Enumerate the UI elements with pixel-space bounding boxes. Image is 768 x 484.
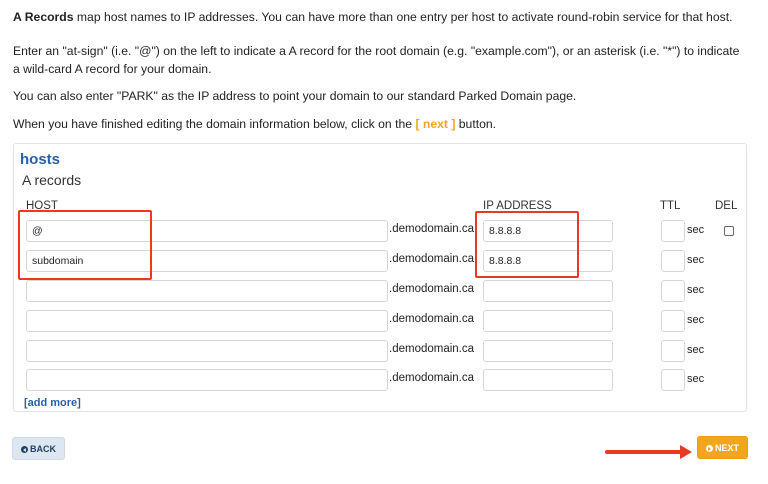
domain-suffix: .demodomain.ca [389,223,475,235]
intro-line-1: A Records map host names to IP addresses… [13,8,743,26]
host-input[interactable]: @ [26,220,388,242]
delete-checkbox[interactable] [724,226,734,236]
intro-line-1-text: map host names to IP addresses. You can … [73,10,733,24]
hosts-title: hosts [20,151,61,168]
next-arrow-icon [705,445,713,452]
domain-suffix: .demodomain.ca [389,343,475,355]
annotation-arrow-icon [680,445,692,459]
host-input[interactable] [26,280,388,302]
a-record-row: .demodomain.ca sec [14,310,748,334]
a-record-row: .demodomain.ca sec [14,280,748,304]
ttl-sec-label: sec [687,373,705,385]
add-more-link[interactable]: [add more] [24,397,81,409]
ttl-input[interactable] [661,220,685,242]
back-arrow-icon [21,446,28,453]
host-column-header: HOST [26,200,58,212]
domain-suffix: .demodomain.ca [389,283,475,295]
ip-address-input[interactable]: 8.8.8.8 [483,250,613,272]
host-input[interactable] [26,369,388,391]
host-input[interactable] [26,310,388,332]
ip-address-input[interactable] [483,280,613,302]
hosts-panel: hosts A records HOST IP ADDRESS TTL DEL … [13,143,747,412]
intro-a-records-bold: A Records [13,10,74,24]
ttl-input[interactable] [661,280,685,302]
a-record-row: @ .demodomain.ca 8.8.8.8 sec [14,220,748,244]
next-button[interactable]: NEXT [697,436,748,459]
ttl-sec-label: sec [687,224,705,236]
del-column-header: DEL [715,200,738,212]
ttl-sec-label: sec [687,314,705,326]
next-button-label: NEXT [714,443,739,453]
ttl-column-header: TTL [660,200,681,212]
a-records-subtitle: A records [22,172,82,188]
annotation-arrow-shaft [605,450,683,454]
host-input[interactable] [26,340,388,362]
a-record-row: .demodomain.ca sec [14,340,748,364]
host-input[interactable]: subdomain [26,250,388,272]
ttl-sec-label: sec [687,284,705,296]
ttl-input[interactable] [661,250,685,272]
domain-suffix: .demodomain.ca [389,372,475,384]
ttl-sec-label: sec [687,344,705,356]
intro-line-2: Enter an "at-sign" (i.e. "@") on the lef… [13,44,740,76]
intro-next-link[interactable]: [ next ] [415,117,455,131]
intro-line-4-before: When you have finished editing the domai… [13,117,416,131]
domain-suffix: .demodomain.ca [389,313,475,325]
ttl-input[interactable] [661,340,685,362]
back-button-label: BACK [30,444,56,454]
a-record-row: .demodomain.ca sec [14,369,748,393]
ttl-input[interactable] [661,369,685,391]
back-button[interactable]: BACK [12,437,65,460]
intro-line-3: You can also enter "PARK" as the IP addr… [13,89,577,103]
ip-address-input[interactable] [483,310,613,332]
ip-address-input[interactable] [483,369,613,391]
domain-suffix: .demodomain.ca [389,253,475,265]
a-record-row: subdomain .demodomain.ca 8.8.8.8 sec [14,250,748,274]
ttl-input[interactable] [661,310,685,332]
page: A Records map host names to IP addresses… [0,0,768,484]
ip-address-input[interactable] [483,340,613,362]
ip-address-input[interactable]: 8.8.8.8 [483,220,613,242]
ip-address-column-header: IP ADDRESS [483,200,552,212]
ttl-sec-label: sec [687,254,705,266]
intro-line-4-after: button. [455,117,497,131]
intro-line-4: When you have finished editing the domai… [13,115,743,133]
